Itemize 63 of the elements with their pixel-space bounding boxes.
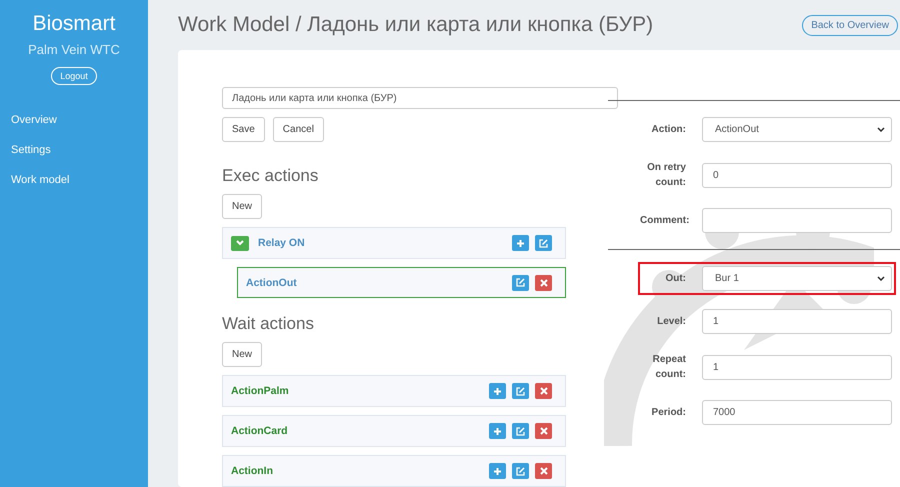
- plus-icon: [516, 238, 525, 248]
- add-button[interactable]: [489, 423, 506, 439]
- edit-icon: [516, 426, 525, 436]
- edit-icon: [539, 238, 548, 248]
- add-button[interactable]: [489, 463, 506, 479]
- chevron-icon: [877, 276, 885, 281]
- new-button[interactable]: New: [222, 342, 262, 367]
- new-button[interactable]: New: [222, 194, 262, 219]
- input-field[interactable]: 1: [702, 354, 892, 380]
- action-row[interactable]: ActionPalm: [222, 375, 566, 407]
- input-field[interactable]: [702, 208, 892, 233]
- close-icon: [540, 387, 548, 395]
- action-row[interactable]: ActionIn: [222, 455, 566, 487]
- field-label: Action:: [650, 123, 686, 137]
- delete-button[interactable]: [535, 423, 552, 439]
- field-label: Period:: [650, 406, 686, 420]
- delete-button[interactable]: [535, 274, 552, 290]
- chevron-icon: [877, 127, 885, 132]
- input-field[interactable]: 7000: [702, 400, 892, 425]
- section-heading: Wait actions: [222, 314, 315, 334]
- input-field[interactable]: 1: [702, 309, 892, 334]
- brand-subtitle: Palm Vein WTC: [28, 42, 120, 57]
- close-icon: [540, 467, 548, 475]
- action-row[interactable]: ActionCard: [222, 415, 566, 447]
- field-label: Out:: [664, 272, 686, 286]
- edit-button[interactable]: [512, 383, 529, 399]
- select-field[interactable]: Bur 1: [702, 266, 892, 291]
- close-icon: [540, 427, 548, 435]
- action-label: ActionCard: [231, 425, 289, 437]
- action-label: ActionPalm: [231, 385, 290, 397]
- select-field[interactable]: ActionOut: [702, 117, 892, 142]
- page-title: Work Model / Ладонь или карта или кнопка (БУР): [178, 13, 654, 37]
- section-heading: Exec actions: [222, 166, 320, 186]
- edit-button[interactable]: [512, 423, 529, 439]
- action-label: ActionIn: [231, 465, 274, 477]
- action-label: ActionOut: [246, 276, 298, 288]
- back-button[interactable]: Back to Overview: [802, 14, 898, 36]
- edit-button[interactable]: [512, 274, 529, 290]
- plus-icon: [493, 426, 502, 436]
- add-button[interactable]: [512, 235, 529, 251]
- plus-icon: [493, 386, 502, 396]
- cancel-button[interactable]: Cancel: [272, 117, 324, 142]
- plus-icon: [493, 466, 502, 476]
- input-field[interactable]: 0: [702, 162, 892, 188]
- edit-icon: [516, 386, 525, 396]
- edit-button[interactable]: [535, 235, 552, 251]
- field-label: Level:: [656, 315, 686, 329]
- expand-toggle[interactable]: [231, 236, 249, 250]
- delete-button[interactable]: [535, 383, 552, 399]
- edit-icon: [516, 278, 525, 287]
- save-button[interactable]: Save: [222, 117, 265, 142]
- close-icon: [540, 278, 548, 286]
- field-label: On retry count:: [646, 161, 686, 190]
- delete-button[interactable]: [535, 463, 552, 479]
- field-label: Comment:: [640, 214, 686, 228]
- brand-title: Biosmart: [32, 12, 116, 36]
- edit-button[interactable]: [512, 463, 529, 479]
- add-button[interactable]: [489, 383, 506, 399]
- action-label: Relay ON: [258, 237, 306, 249]
- edit-icon: [516, 466, 525, 476]
- chevron-icon: [236, 240, 244, 246]
- field-label: Repeat count:: [652, 353, 686, 382]
- name-field[interactable]: Ладонь или карта или кнопка (БУР): [222, 87, 618, 109]
